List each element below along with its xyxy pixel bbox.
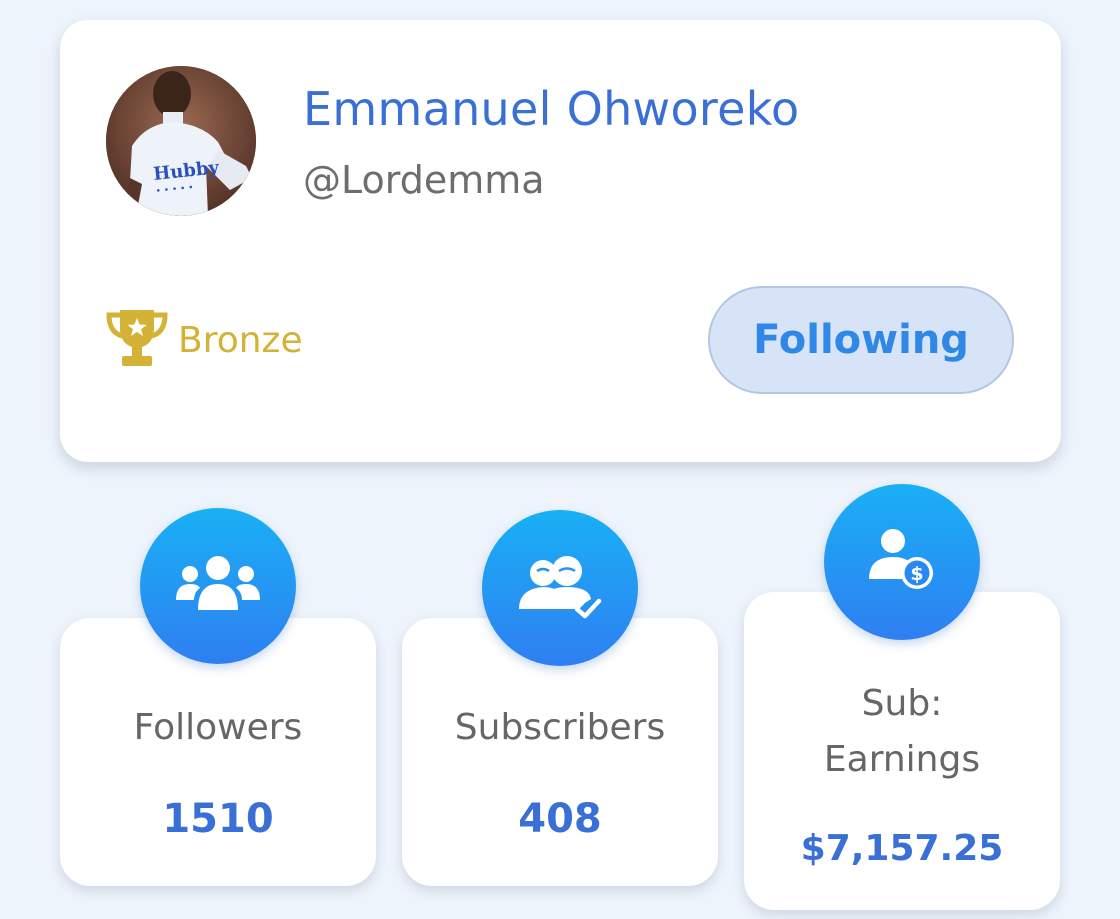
earnings-value: $7,157.25 [800, 828, 1004, 869]
svg-text:$: $ [910, 563, 923, 585]
earnings-label-line2: Earnings [823, 739, 981, 780]
earnings-label-line1: Sub: [861, 683, 943, 724]
subscribers-count: 408 [518, 796, 602, 842]
trophy-icon [106, 306, 168, 374]
rank-badge: Bronze [106, 307, 303, 373]
avatar[interactable]: Hubby • • • • • [106, 66, 256, 216]
users-group-icon [176, 552, 260, 620]
followers-count: 1510 [162, 796, 274, 842]
followers-label: Followers [133, 707, 303, 748]
subscribers-check-icon [515, 553, 605, 623]
profile-handle: @Lordemma [303, 158, 545, 202]
rank-label: Bronze [178, 319, 303, 361]
avatar-photo: Hubby • • • • • [106, 66, 256, 216]
earnings-icon-circle: $ [824, 484, 980, 640]
profile-card: Hubby • • • • • Emmanuel Ohworeko @Lorde… [60, 20, 1061, 462]
subscribers-icon-circle [482, 510, 638, 666]
followers-icon-circle [140, 508, 296, 664]
profile-name: Emmanuel Ohworeko [303, 82, 800, 136]
subscribers-label: Subscribers [454, 707, 666, 748]
following-button[interactable]: Following [708, 286, 1014, 394]
user-dollar-icon: $ [867, 527, 937, 597]
